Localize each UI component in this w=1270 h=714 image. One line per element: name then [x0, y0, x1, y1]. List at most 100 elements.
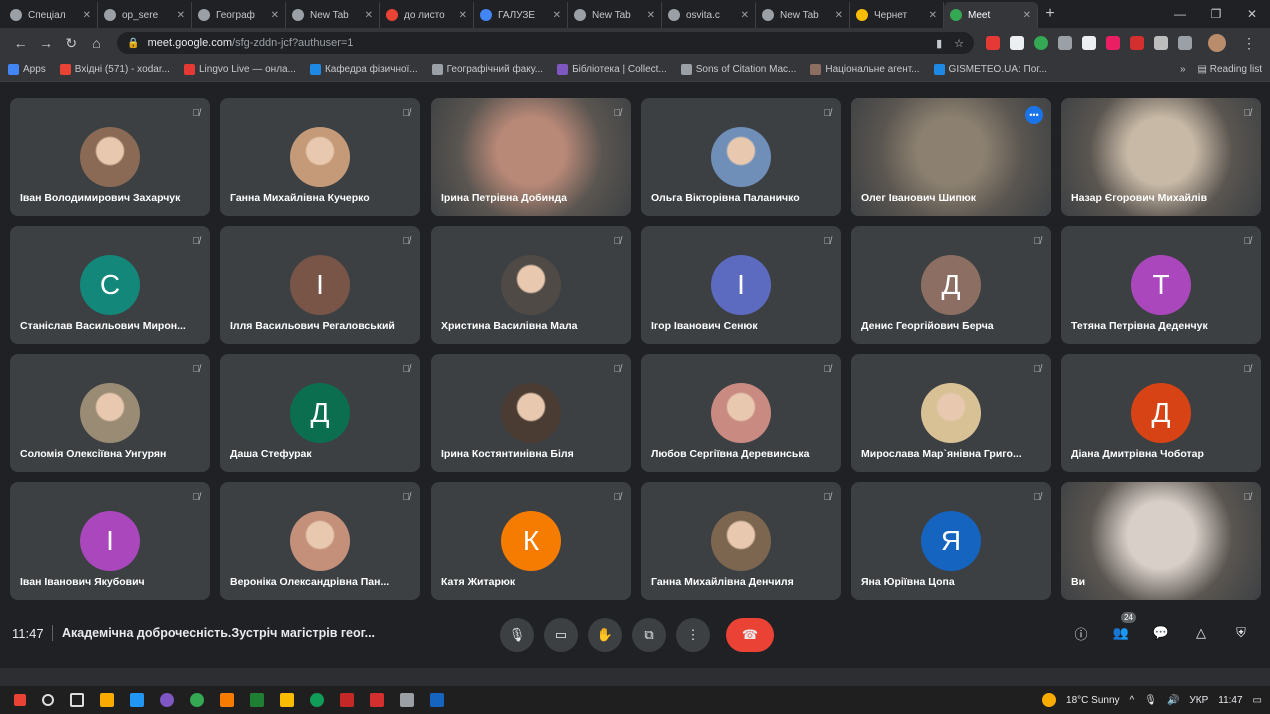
start-icon[interactable] [14, 694, 26, 706]
store-icon[interactable] [100, 693, 114, 707]
participant-tile[interactable]: 🎙̸ Ганна Михайлівна Кучерко [220, 98, 420, 216]
menu-kebab-icon[interactable]: ⋮ [1236, 35, 1262, 52]
bookmark-item[interactable]: Географічний факу... [431, 64, 543, 75]
mic-tray-icon[interactable]: 🎙 [1144, 695, 1157, 706]
more-options-button[interactable]: ⋮ [676, 618, 710, 652]
browser-tab[interactable]: Чернет ✕ [850, 2, 944, 28]
extension-icon[interactable] [1082, 36, 1096, 50]
puzzle-icon[interactable] [1154, 36, 1168, 50]
browser-tab[interactable]: op_sere ✕ [98, 2, 192, 28]
host-controls-button[interactable]: ⛨ [1230, 622, 1252, 644]
tab-close-icon[interactable]: ✕ [1023, 10, 1031, 21]
minimize-icon[interactable]: — [1162, 0, 1198, 28]
bookmark-item[interactable]: Кафедра фізичної... [309, 64, 418, 75]
browser-tab[interactable]: ГАЛУЗЕ ✕ [474, 2, 568, 28]
home-icon[interactable]: ⌂ [84, 35, 109, 51]
close-icon[interactable]: ✕ [1234, 0, 1270, 28]
bookmarks-overflow-icon[interactable]: » [1180, 64, 1186, 75]
participant-tile[interactable]: Т 🎙̸ Тетяна Петрівна Деденчук [1061, 226, 1261, 344]
task-view-icon[interactable] [70, 693, 84, 707]
participant-tile[interactable]: 🎙̸ Вероніка Олександрівна Пан... [220, 482, 420, 600]
word-icon[interactable] [430, 693, 444, 707]
participant-tile[interactable]: І 🎙̸ Ілля Васильович Регаловський [220, 226, 420, 344]
bookmark-item[interactable]: Apps [8, 64, 46, 75]
participant-tile[interactable]: 🎙̸ Мирослава Мар`янівна Григо... [851, 354, 1051, 472]
browser-tab[interactable]: Спеціал ✕ [4, 2, 98, 28]
tab-close-icon[interactable]: ✕ [83, 10, 91, 21]
people-button[interactable]: 👥 24 [1110, 612, 1136, 644]
extension-icon[interactable] [1130, 36, 1144, 50]
browser-tab[interactable]: Meet ✕ [944, 2, 1038, 28]
url-input[interactable]: 🔒 meet.google.com /sfg-zddn-jcf?authuser… [117, 32, 974, 54]
tab-close-icon[interactable]: ✕ [365, 10, 373, 21]
extension-icon[interactable] [986, 36, 1000, 50]
tab-close-icon[interactable]: ✕ [647, 10, 655, 21]
back-icon[interactable]: ← [8, 35, 33, 51]
extension-icon[interactable] [1058, 36, 1072, 50]
activities-button[interactable]: △ [1190, 622, 1212, 644]
extension-icon[interactable] [1106, 36, 1120, 50]
app-icon[interactable] [400, 693, 414, 707]
excel-icon[interactable] [250, 693, 264, 707]
maximize-icon[interactable]: ❐ [1198, 0, 1234, 28]
bookmark-item[interactable]: Національне агент... [810, 64, 920, 75]
participant-tile[interactable]: Д 🎙̸ Даша Стефурак [220, 354, 420, 472]
participant-tile[interactable]: 🎙̸ Ви [1061, 482, 1261, 600]
tab-close-icon[interactable]: ✕ [741, 10, 749, 21]
bookmark-item[interactable]: Вхідні (571) - xodar... [59, 64, 170, 75]
volume-icon[interactable]: 🔊 [1167, 695, 1179, 706]
participant-tile[interactable]: 🎙̸ Іван Володимирович Захарчук [10, 98, 210, 216]
participant-tile[interactable]: С 🎙̸ Станіслав Васильович Мирон... [10, 226, 210, 344]
participant-tile[interactable]: 🎙̸ Христина Василівна Мала [431, 226, 631, 344]
browser-tab[interactable]: New Tab ✕ [286, 2, 380, 28]
participant-tile[interactable]: 🎙̸ Любов Сергіївна Деревинська [641, 354, 841, 472]
chevron-up-icon[interactable]: ^ [1130, 695, 1135, 706]
forward-icon[interactable]: → [33, 35, 58, 51]
browser-tab[interactable]: osvita.c ✕ [662, 2, 756, 28]
browser-tab[interactable]: New Tab ✕ [756, 2, 850, 28]
bookmark-item[interactable]: GISMETEO.UA: Пог... [933, 64, 1047, 75]
taskbar-time[interactable]: 11:47 [1218, 695, 1242, 706]
app-icon[interactable] [220, 693, 234, 707]
browser-tab[interactable]: New Tab ✕ [568, 2, 662, 28]
app-icon[interactable] [340, 693, 354, 707]
participant-tile[interactable]: ••• Олег Іванович Шипюк [851, 98, 1051, 216]
mail-icon[interactable] [130, 693, 144, 707]
browser-tab[interactable]: Географ ✕ [192, 2, 286, 28]
bookmark-item[interactable]: Бібліотека | Collect... [557, 64, 667, 75]
weather-sun-icon[interactable] [1042, 693, 1057, 707]
notification-icon[interactable]: ▭ [1253, 695, 1262, 706]
profile-avatar[interactable] [1208, 34, 1226, 52]
media-icon[interactable] [1178, 36, 1192, 50]
participant-tile[interactable]: 🎙̸ Ольга Вікторівна Паланичко [641, 98, 841, 216]
edge-icon[interactable] [310, 693, 324, 707]
tab-close-icon[interactable]: ✕ [271, 10, 279, 21]
tab-close-icon[interactable]: ✕ [553, 10, 561, 21]
browser-tab[interactable]: до листо ✕ [380, 2, 474, 28]
reading-list-button[interactable]: ▤ Reading list [1198, 64, 1263, 75]
tab-close-icon[interactable]: ✕ [835, 10, 843, 21]
bookmark-item[interactable]: Lingvo Live — онла... [183, 64, 296, 75]
participant-tile[interactable]: 🎙̸ Ірина Костянтинівна Біля [431, 354, 631, 472]
viber-icon[interactable] [160, 693, 174, 707]
participant-tile[interactable]: Д 🎙̸ Денис Георгійович Берча [851, 226, 1051, 344]
bookmark-item[interactable]: Sons of Citation Mac... [680, 64, 796, 75]
participant-tile[interactable]: 🎙̸ Ганна Михайлівна Денчиля [641, 482, 841, 600]
chat-button[interactable]: 💬 [1150, 622, 1172, 644]
microphone-button[interactable]: 🎙 [500, 618, 534, 652]
tab-close-icon[interactable]: ✕ [929, 10, 937, 21]
bookmark-star-icon[interactable]: ☆ [954, 37, 964, 50]
tab-close-icon[interactable]: ✕ [177, 10, 185, 21]
participant-tile[interactable]: І 🎙̸ Ігор Іванович Сенюк [641, 226, 841, 344]
meeting-details-button[interactable]: ⓘ [1070, 622, 1092, 644]
raise-hand-button[interactable]: ✋ [588, 618, 622, 652]
language-label[interactable]: УКР [1189, 695, 1208, 706]
search-icon[interactable] [42, 694, 54, 706]
extension-icon[interactable] [1034, 36, 1048, 50]
participant-tile[interactable]: 🎙̸ Соломія Олексіївна Унгурян [10, 354, 210, 472]
reload-icon[interactable]: ↻ [59, 35, 84, 52]
explorer-icon[interactable] [280, 693, 294, 707]
participant-tile[interactable]: 🎙̸ Назар Єгорович Михайлів [1061, 98, 1261, 216]
extension-icon[interactable] [1010, 36, 1024, 50]
pdf-icon[interactable] [370, 693, 384, 707]
